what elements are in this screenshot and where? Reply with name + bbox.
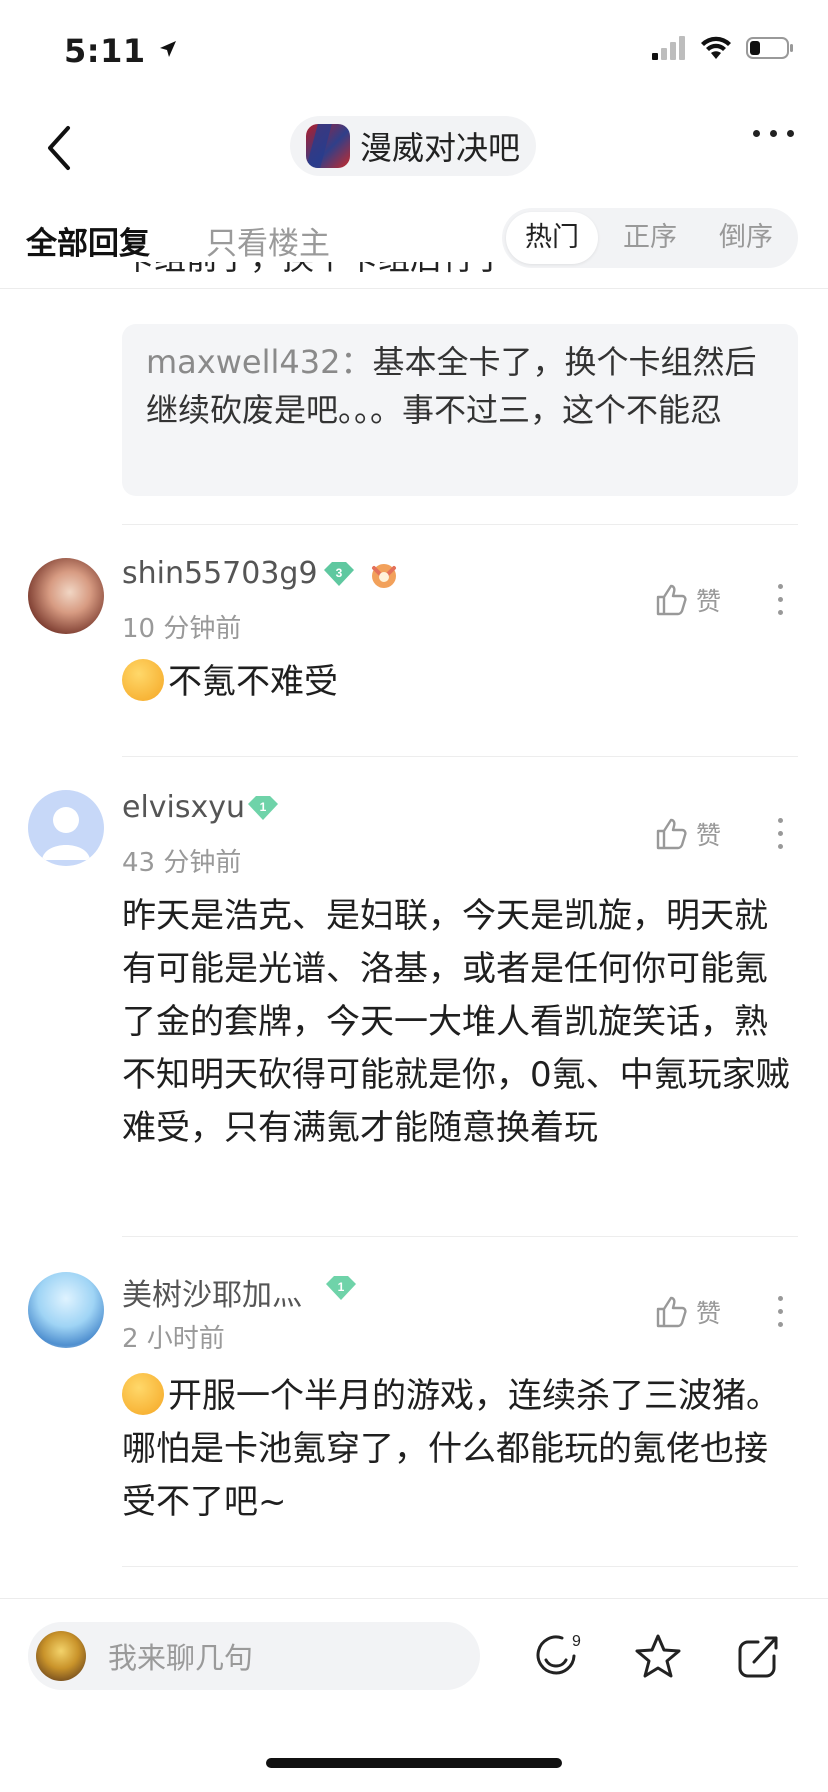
- star-icon: [635, 1634, 681, 1678]
- sort-descending[interactable]: 倒序: [698, 208, 794, 268]
- avatar[interactable]: [28, 558, 104, 634]
- post-body: 不氪不难受: [122, 656, 798, 709]
- tab-op-only[interactable]: 只看楼主: [206, 218, 330, 263]
- reply-input[interactable]: 我来聊几句: [28, 1622, 480, 1690]
- sort-ascending[interactable]: 正序: [602, 208, 698, 268]
- avatar[interactable]: [28, 790, 104, 866]
- svg-text:1: 1: [338, 1280, 345, 1294]
- battery-icon: [746, 37, 793, 59]
- forum-title-pill[interactable]: 漫威对决吧: [290, 116, 536, 176]
- post-more-button[interactable]: [778, 818, 783, 849]
- svg-text:1: 1: [260, 800, 267, 814]
- tab-all-replies[interactable]: 全部回复: [26, 218, 150, 263]
- divider: [122, 1566, 798, 1567]
- quoted-reply[interactable]: maxwell432：基本全卡了，换个卡组然后继续砍废是吧。。。事不过三，这个不…: [122, 324, 798, 496]
- like-button[interactable]: 赞: [654, 582, 721, 618]
- share-icon: [738, 1636, 778, 1678]
- divider: [122, 1236, 798, 1237]
- back-button[interactable]: [40, 120, 80, 176]
- avatar[interactable]: [28, 1272, 104, 1348]
- favorite-button[interactable]: [632, 1632, 684, 1686]
- username[interactable]: shin55703g9: [122, 556, 318, 591]
- emoji-face-icon: 9: [536, 1633, 581, 1675]
- sort-hot[interactable]: 热门: [506, 212, 598, 264]
- post-more-button[interactable]: [778, 1296, 783, 1327]
- share-button[interactable]: [734, 1630, 784, 1686]
- cellular-signal-icon: [652, 36, 685, 60]
- quoted-reply-text: maxwell432：基本全卡了，换个卡组然后继续砍废是吧。。。事不过三，这个不…: [146, 343, 757, 429]
- thumbs-up-icon: [656, 1296, 687, 1328]
- quoted-reply-user[interactable]: maxwell432：: [146, 343, 372, 381]
- forum-name: 漫威对决吧: [360, 129, 521, 167]
- my-avatar: [36, 1631, 86, 1681]
- status-indicators: [652, 36, 794, 60]
- chevron-left-icon: [48, 126, 70, 170]
- post-time: 2 小时前: [122, 1324, 225, 1354]
- post-body: 昨天是浩克、是妇联，今天是凯旋，明天就有可能是光谱、洛基，或者是任何你可能氪了金…: [122, 896, 790, 1148]
- grin-emoji-icon: [122, 1373, 164, 1415]
- forum-logo: [306, 124, 350, 168]
- divider: [122, 756, 798, 757]
- reply-text-partial: 卡组前了，换个卡组后行了: [122, 262, 506, 292]
- level-badge-icon: 1: [248, 796, 278, 820]
- status-time: 5:11: [64, 32, 179, 70]
- post-time: 10 分钟前: [122, 614, 242, 644]
- username[interactable]: elvisxyu: [122, 790, 245, 825]
- yawn-emoji-icon: [122, 659, 164, 701]
- more-options-button[interactable]: [753, 130, 794, 137]
- post-more-button[interactable]: [778, 584, 783, 615]
- post-body: 开服一个半月的游戏，连续杀了三波猪。哪怕是卡池氪穿了，什么都能玩的氪佬也接受不了…: [122, 1370, 798, 1529]
- like-button[interactable]: 赞: [654, 816, 721, 852]
- home-indicator: [266, 1758, 562, 1768]
- bottom-divider: [0, 1598, 828, 1599]
- level-badge-icon: 1: [326, 1276, 356, 1300]
- achievement-badge-icon: [372, 564, 396, 588]
- emoji-reply-button[interactable]: 9: [532, 1630, 582, 1686]
- wifi-icon: [701, 36, 731, 59]
- username[interactable]: 美树沙耶加灬: [122, 1270, 302, 1314]
- divider: [122, 524, 798, 525]
- default-avatar-icon: [42, 807, 90, 860]
- sort-toggle: 热门 正序 倒序: [502, 208, 798, 268]
- reply-placeholder: 我来聊几句: [108, 1641, 254, 1675]
- location-arrow-icon: [160, 41, 177, 57]
- thumbs-up-icon: [656, 584, 687, 616]
- svg-text:3: 3: [336, 566, 343, 580]
- post-time: 43 分钟前: [122, 848, 242, 878]
- like-button[interactable]: 赞: [654, 1294, 721, 1330]
- level-badge-icon: 3: [324, 562, 354, 586]
- svg-text:9: 9: [572, 1633, 581, 1650]
- thumbs-up-icon: [656, 818, 687, 850]
